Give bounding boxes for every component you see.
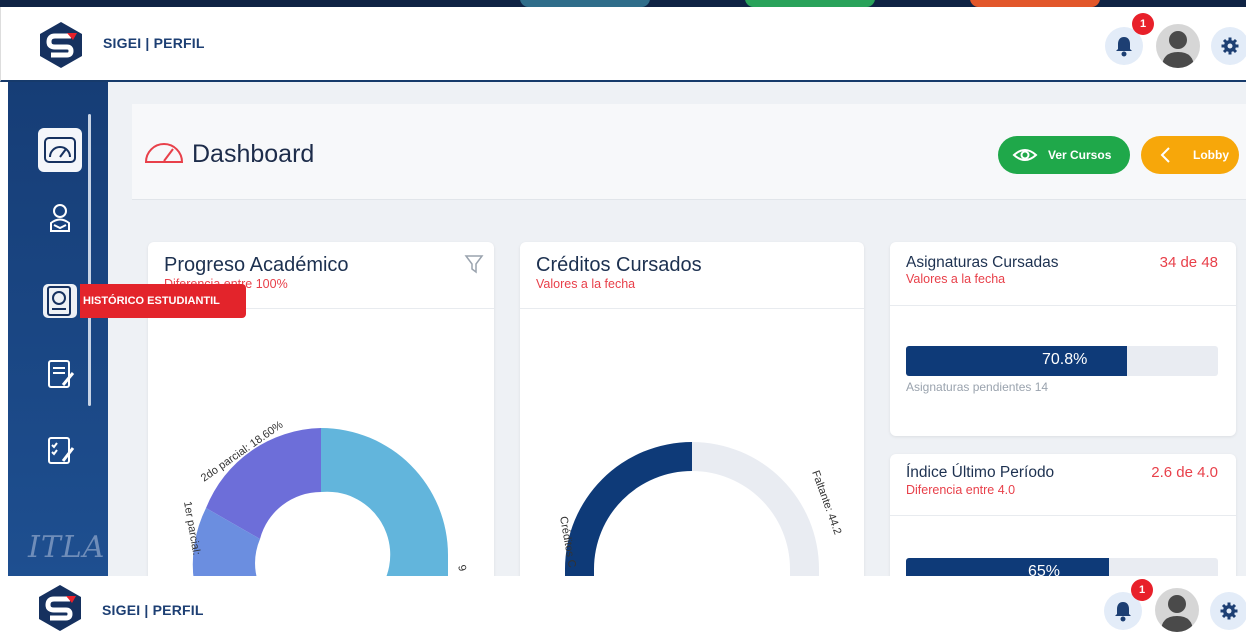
settings-button[interactable] xyxy=(1211,27,1246,65)
notification-badge: 1 xyxy=(1132,13,1154,35)
sigei-logo xyxy=(40,22,82,68)
page-title: Dashboard xyxy=(192,140,315,168)
card-subtitle: Valores a la fecha xyxy=(906,272,1006,286)
sidebar-scrollbar[interactable] xyxy=(88,114,91,406)
chevron-left-icon xyxy=(1160,147,1170,163)
user-avatar[interactable] xyxy=(1155,588,1199,632)
user-avatar[interactable] xyxy=(1156,24,1200,68)
sidebar-item-dashboard[interactable] xyxy=(38,128,82,172)
footer-bar: SIGEI | PERFIL 1 xyxy=(0,576,1246,632)
bell-icon xyxy=(1115,602,1131,622)
card-subtitle: Valores a la fecha xyxy=(536,277,636,291)
app-header: SIGEI | PERFIL 1 xyxy=(0,7,1246,82)
filter-icon[interactable] xyxy=(464,254,484,274)
asignaturas-value: 34 de 48 xyxy=(1159,254,1218,271)
checklist-edit-icon xyxy=(48,437,75,464)
eye-icon xyxy=(1012,149,1038,161)
app-brand: SIGEI | PERFIL xyxy=(102,602,204,618)
sidebar-item-documents[interactable] xyxy=(38,352,82,396)
lobby-label: Lobby xyxy=(1193,148,1229,162)
creditos-cursados-card: Créditos Cursados Valores a la fecha Fal… xyxy=(520,242,864,582)
card-title: Créditos Cursados xyxy=(536,254,702,276)
speedometer-icon xyxy=(144,143,184,163)
dashboard-header-card: Dashboard Ver Cursos Lobby xyxy=(132,104,1246,200)
creditos-donut-chart: Faltante: 44.2 Créditos C xyxy=(557,442,843,582)
ver-cursos-label: Ver Cursos xyxy=(1048,148,1112,162)
asignaturas-pendientes: Asignaturas pendientes 14 xyxy=(906,380,1049,394)
bell-icon xyxy=(1116,37,1132,57)
sidebar-tooltip: HISTÓRICO ESTUDIANTIL xyxy=(80,284,246,318)
user-silhouette-icon xyxy=(1161,595,1193,632)
document-edit-icon xyxy=(48,360,75,388)
card-subtitle: Diferencia entre 4.0 xyxy=(906,483,1016,497)
sigei-logo xyxy=(39,585,81,631)
indice-ultimo-periodo-card: Índice Último Período Diferencia entre 4… xyxy=(890,454,1236,582)
label-other: 9 xyxy=(455,564,468,573)
label-faltante: Faltante: 44.2 xyxy=(809,469,843,536)
main-content: Dashboard Ver Cursos Lobby Progreso Acad… xyxy=(108,82,1246,582)
user-silhouette-icon xyxy=(1162,31,1194,68)
top-banner-strip xyxy=(0,0,1246,7)
ver-cursos-button[interactable]: Ver Cursos xyxy=(998,136,1130,174)
gear-icon xyxy=(1220,602,1238,620)
sidebar-item-evaluations[interactable] xyxy=(38,428,82,472)
card-title: Índice Último Período xyxy=(906,464,1055,481)
indice-value: 2.6 de 4.0 xyxy=(1151,464,1218,481)
app-brand: SIGEI | PERFIL xyxy=(103,35,205,51)
card-title: Asignaturas Cursadas xyxy=(906,254,1059,271)
sidebar-item-historico[interactable] xyxy=(38,279,82,323)
settings-button[interactable] xyxy=(1210,592,1246,630)
asignaturas-cursadas-card: Asignaturas Cursadas Valores a la fecha … xyxy=(890,242,1236,436)
sidebar: ITLA xyxy=(8,82,108,576)
asignaturas-progress-fill xyxy=(906,346,1127,376)
progreso-donut-chart: 2do parcial: 18.60% 1er parcial: 9 xyxy=(181,419,468,582)
gear-icon xyxy=(1221,37,1239,55)
notification-badge: 1 xyxy=(1131,579,1153,601)
asignaturas-progress-bar: 70.8% xyxy=(906,346,1218,376)
sidebar-item-profile[interactable] xyxy=(38,196,82,240)
speedometer-icon xyxy=(44,137,76,163)
card-title: Progreso Académico xyxy=(164,254,349,276)
itla-logo: ITLA xyxy=(28,530,106,565)
lobby-button[interactable]: Lobby xyxy=(1141,136,1239,174)
asignaturas-percent: 70.8% xyxy=(1042,351,1088,368)
student-record-icon xyxy=(43,284,77,318)
student-reading-icon xyxy=(50,204,70,232)
